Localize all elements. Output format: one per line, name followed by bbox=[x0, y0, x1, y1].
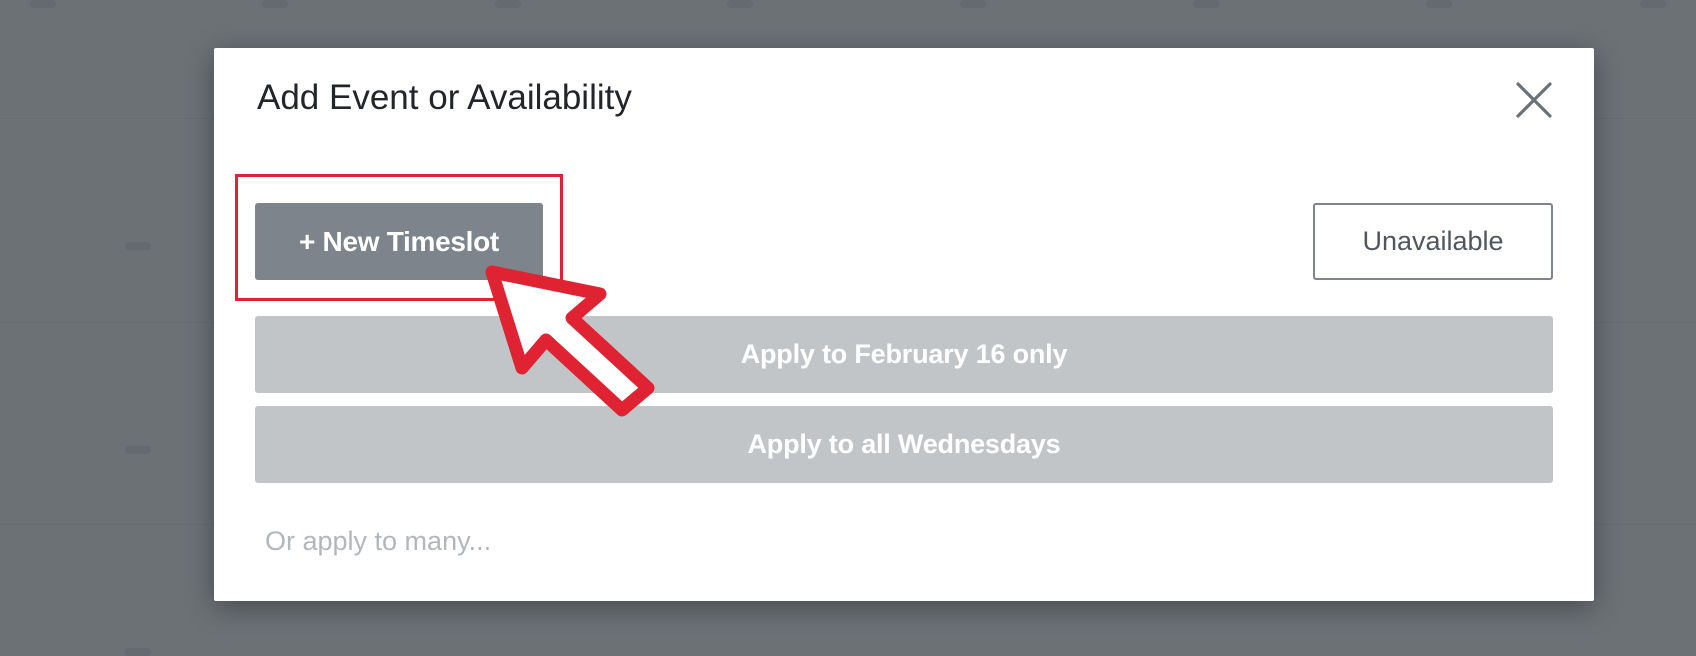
close-button[interactable] bbox=[1514, 80, 1554, 120]
background-tick bbox=[495, 0, 521, 8]
background-tick bbox=[262, 0, 288, 8]
background-tick bbox=[30, 0, 56, 8]
background-tick bbox=[1193, 0, 1219, 8]
new-timeslot-button[interactable]: + New Timeslot bbox=[255, 203, 543, 280]
modal-title: Add Event or Availability bbox=[257, 78, 632, 117]
background-tick bbox=[727, 0, 753, 8]
background-tick bbox=[125, 648, 151, 656]
apply-all-weekdays-button[interactable]: Apply to all Wednesdays bbox=[255, 406, 1553, 483]
unavailable-button[interactable]: Unavailable bbox=[1313, 203, 1553, 280]
background-tick bbox=[125, 446, 151, 454]
background-tick bbox=[960, 0, 986, 8]
background-tick bbox=[1426, 0, 1452, 8]
apply-date-only-button[interactable]: Apply to February 16 only bbox=[255, 316, 1553, 393]
background-tick bbox=[125, 242, 151, 250]
add-event-modal: Add Event or Availability + New Timeslot… bbox=[214, 48, 1594, 601]
apply-to-many-link[interactable]: Or apply to many... bbox=[265, 526, 491, 557]
close-icon bbox=[1516, 82, 1552, 118]
background-tick bbox=[1640, 0, 1666, 8]
